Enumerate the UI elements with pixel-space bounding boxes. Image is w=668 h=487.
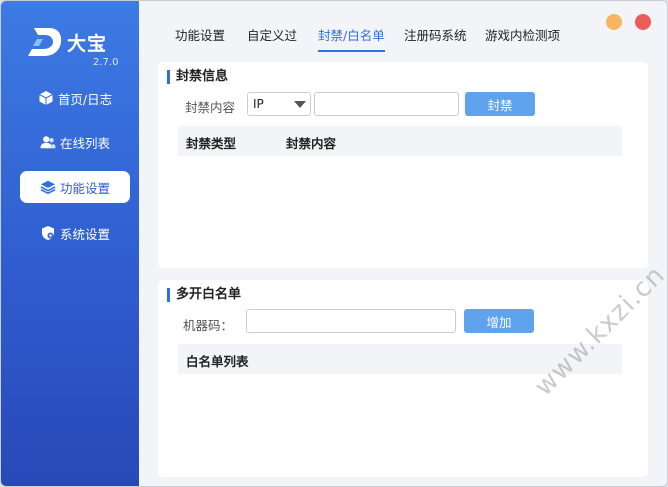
tab-custom-filter[interactable]: 自定义过: [247, 25, 297, 44]
ban-panel-title: 封禁信息: [167, 70, 228, 84]
column-ban-content: 封禁内容: [286, 136, 337, 151]
minimize-button[interactable]: [606, 14, 622, 30]
cube-icon: [38, 90, 54, 106]
column-ban-type: 封禁类型: [186, 136, 237, 151]
add-button[interactable]: 增加: [464, 309, 534, 333]
machine-code-label: 机器码：: [183, 318, 234, 333]
sidebar-item-label: 功能设置: [59, 180, 110, 196]
column-whitelist: 白名单列表: [186, 354, 249, 369]
users-icon: [40, 134, 56, 150]
layers-icon: [40, 179, 56, 195]
whitelist-panel-title: 多开白名单: [167, 288, 241, 302]
sidebar-item-label: 首页/日志: [57, 91, 113, 107]
app-name: 大宝: [67, 33, 108, 55]
ban-type-select[interactable]: IP: [247, 92, 311, 116]
ban-table-header: 封禁类型 封禁内容: [178, 126, 622, 156]
ban-content-label: 封禁内容: [185, 100, 236, 115]
sidebar-item-system-settings[interactable]: 系统设置: [20, 217, 130, 249]
sidebar-item-function-settings[interactable]: 功能设置: [20, 171, 130, 203]
tab-registration-code[interactable]: 注册码系统: [404, 25, 467, 44]
whitelist-panel: 多开白名单 机器码： 增加 白名单列表: [158, 280, 648, 477]
tab-ban-whitelist[interactable]: 封禁/白名单: [318, 25, 385, 52]
ban-button[interactable]: 封禁: [465, 92, 535, 116]
sidebar-item-home-log[interactable]: 首页/日志: [20, 82, 130, 114]
tab-bar: 功能设置 自定义过 封禁/白名单 注册码系统 游戏内检测项: [139, 1, 667, 59]
sidebar-item-label: 系统设置: [59, 226, 110, 242]
ban-content-input[interactable]: [314, 92, 459, 116]
ban-panel: 封禁信息 封禁内容 IP 封禁 封禁类型 封禁内容: [158, 62, 648, 268]
app-window: 大宝 2.7.0 首页/日志 在线列表 功能设置 系统设置 功能设置 自定义过 …: [0, 0, 668, 487]
main-area: 功能设置 自定义过 封禁/白名单 注册码系统 游戏内检测项 封禁信息 封禁内容 …: [139, 1, 667, 486]
close-button[interactable]: [635, 14, 651, 30]
ban-type-select-value: IP: [253, 97, 264, 111]
settings-shield-icon: [40, 225, 56, 241]
app-version: 2.7.0: [93, 57, 119, 68]
tab-ingame-detection[interactable]: 游戏内检测项: [485, 25, 560, 44]
machine-code-input[interactable]: [246, 309, 456, 333]
tab-function-settings[interactable]: 功能设置: [175, 25, 225, 44]
sidebar-item-online-list[interactable]: 在线列表: [20, 126, 130, 158]
sidebar: 大宝 2.7.0 首页/日志 在线列表 功能设置 系统设置: [1, 1, 139, 486]
chevron-down-icon: [294, 101, 306, 108]
sidebar-item-label: 在线列表: [59, 135, 110, 151]
app-logo-icon: [28, 28, 62, 56]
